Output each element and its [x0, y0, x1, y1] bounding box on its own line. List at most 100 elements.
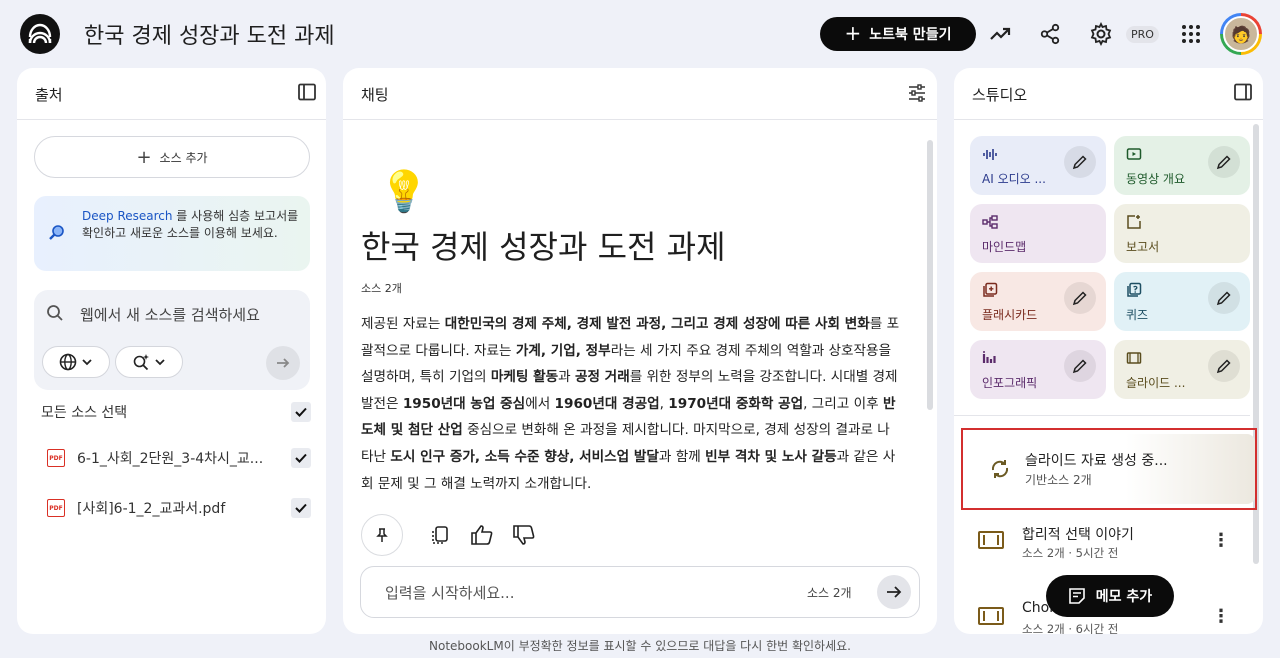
analytics-trend-icon[interactable]: [986, 20, 1014, 48]
copy-button[interactable]: [423, 518, 457, 552]
user-avatar[interactable]: 🧑: [1220, 13, 1262, 55]
slides-icon: [1126, 352, 1142, 364]
source-item[interactable]: PDF 6-1_사회_2단원_3-4차시_교...: [47, 446, 311, 470]
studio-tile-flashcards[interactable]: 플래시카드: [970, 272, 1106, 331]
sparkle-search-icon: [133, 354, 149, 371]
disclaimer-footer: NotebookLM이 부정확한 정보를 표시할 수 있으므로 대답을 다시 한…: [429, 639, 851, 653]
flashcard-icon: [983, 282, 998, 297]
web-search-submit-button[interactable]: [266, 346, 300, 380]
quiz-icon: [1127, 282, 1142, 297]
pencil-icon: [1072, 291, 1087, 306]
chat-panel: 채팅 💡 한국 경제 성장과 도전 과제 소스 2개 제공된 자료는 대한민국의…: [343, 68, 937, 634]
studio-tile-label: 퀴즈: [1126, 308, 1149, 322]
source-item-checkbox[interactable]: [291, 498, 311, 518]
thumbs-down-icon: [513, 525, 535, 545]
video-icon: [1126, 148, 1142, 160]
studio-divider: [954, 415, 1250, 416]
studio-tile-label: 인포그래픽: [982, 376, 1038, 390]
magnifier-research-icon: [48, 224, 66, 246]
studio-tile-label: 마인드맵: [982, 240, 1027, 254]
checkmark-icon: [295, 407, 307, 417]
studio-tile-label: 동영상 개요: [1126, 172, 1186, 186]
thumbs-down-button[interactable]: [507, 518, 541, 552]
studio-tile-slides[interactable]: 슬라이드 ...: [1114, 340, 1250, 399]
pin-icon: [376, 528, 388, 542]
add-source-label: 소스 추가: [159, 150, 208, 165]
research-mode-dropdown[interactable]: [115, 346, 183, 378]
select-all-label: 모든 소스 선택: [41, 405, 128, 421]
chevron-down-icon: [82, 359, 92, 366]
chat-source-count: 소스 2개: [361, 282, 402, 295]
notebook-summary: 제공된 자료는 대한민국의 경제 주체, 경제 발전 과정, 그리고 경제 성장…: [361, 316, 900, 492]
copy-icon: [432, 526, 448, 544]
apps-grid-icon[interactable]: [1177, 20, 1205, 48]
edit-pencil-button[interactable]: [1208, 146, 1240, 178]
plus-icon: +: [136, 146, 152, 168]
chat-input-box[interactable]: 입력을 시작하세요... 소스 2개: [360, 566, 920, 618]
report-icon: [1127, 215, 1141, 229]
pdf-file-icon: PDF: [47, 449, 65, 467]
add-memo-button[interactable]: 메모 추가: [1046, 575, 1174, 617]
select-all-sources-row[interactable]: 모든 소스 선택: [41, 400, 311, 424]
pencil-icon: [1216, 291, 1231, 306]
notebooklm-logo-icon[interactable]: [20, 14, 60, 54]
create-notebook-label: 노트북 만들기: [869, 27, 952, 43]
more-options-icon[interactable]: ⋮: [1212, 606, 1230, 627]
share-icon[interactable]: [1036, 20, 1064, 48]
web-search-input[interactable]: 웹에서 새 소스를 검색하세요: [80, 304, 260, 325]
edit-pencil-button[interactable]: [1064, 282, 1096, 314]
select-all-checkbox[interactable]: [291, 402, 311, 422]
panel-divider: [343, 119, 937, 120]
web-source-search: 웹에서 새 소스를 검색하세요: [34, 290, 310, 390]
studio-tile-label: 플래시카드: [982, 308, 1038, 322]
pdf-file-icon: PDF: [47, 499, 65, 517]
mind-map-icon: [982, 215, 998, 229]
studio-tile-quiz[interactable]: 퀴즈: [1114, 272, 1250, 331]
panel-divider: [17, 119, 326, 120]
deep-research-link[interactable]: Deep Research: [82, 209, 172, 223]
edit-pencil-button[interactable]: [1208, 350, 1240, 382]
generating-card-body: 슬라이드 자료 생성 중... 기반소스 2개: [967, 434, 1255, 504]
edit-pencil-button[interactable]: [1064, 350, 1096, 382]
more-options-icon[interactable]: ⋮: [1212, 530, 1230, 551]
add-source-button[interactable]: + 소스 추가: [34, 136, 310, 178]
chat-input-placeholder[interactable]: 입력을 시작하세요...: [385, 582, 514, 603]
edit-pencil-button[interactable]: [1064, 146, 1096, 178]
settings-gear-icon[interactable]: [1087, 20, 1115, 48]
deep-research-banner[interactable]: Deep Research 를 사용해 심층 보고서를 확인하고 새로운 소스를…: [34, 196, 310, 271]
studio-tile-label: 보고서: [1126, 240, 1160, 254]
panel-divider: [954, 119, 1263, 120]
generating-title: 슬라이드 자료 생성 중...: [1025, 453, 1168, 469]
source-item-checkbox[interactable]: [291, 448, 311, 468]
studio-note-item[interactable]: 합리적 선택 이야기 소스 2개 · 5시간 전 ⋮: [954, 518, 1250, 568]
studio-tile-mind-map[interactable]: 마인드맵: [970, 204, 1106, 263]
send-message-button[interactable]: [877, 575, 911, 609]
web-source-type-dropdown[interactable]: [42, 346, 110, 378]
chat-settings-sliders-icon[interactable]: [907, 83, 927, 103]
pencil-icon: [1072, 155, 1087, 170]
sync-loading-icon: [991, 460, 1009, 478]
infographic-bar-icon: [982, 351, 996, 363]
thumbs-up-button[interactable]: [465, 518, 499, 552]
studio-tile-infographic[interactable]: 인포그래픽: [970, 340, 1106, 399]
slides-icon: [978, 607, 1004, 625]
pro-badge: PRO: [1126, 26, 1159, 43]
collapse-panel-icon[interactable]: [298, 83, 318, 103]
notebook-title[interactable]: 한국 경제 성장과 도전 과제: [84, 18, 335, 50]
sources-panel: 출처 + 소스 추가 Deep Research 를 사용해 심층 보고서를 확…: [17, 68, 326, 634]
studio-tile-video-overview[interactable]: 동영상 개요: [1114, 136, 1250, 195]
save-to-note-pin-button[interactable]: [361, 514, 403, 556]
chat-scrollbar[interactable]: [927, 140, 933, 410]
create-notebook-button[interactable]: + 노트북 만들기: [820, 17, 976, 51]
studio-tile-label: 슬라이드 ...: [1126, 376, 1186, 390]
collapse-panel-icon[interactable]: [1234, 83, 1254, 103]
pencil-icon: [1216, 359, 1231, 374]
studio-tile-report[interactable]: 보고서: [1114, 204, 1250, 263]
source-item[interactable]: PDF [사회]6-1_2_교과서.pdf: [47, 496, 311, 520]
checkmark-icon: [295, 503, 307, 513]
studio-panel: 스튜디오 AI 오디오 ... 동영상 개요 마인드맵 보고서 플래시카드 퀴즈…: [954, 68, 1263, 634]
note-add-icon: [1068, 588, 1085, 604]
studio-tile-audio-overview[interactable]: AI 오디오 ...: [970, 136, 1106, 195]
edit-pencil-button[interactable]: [1208, 282, 1240, 314]
slides-generating-card[interactable]: 슬라이드 자료 생성 중... 기반소스 2개: [961, 428, 1257, 510]
